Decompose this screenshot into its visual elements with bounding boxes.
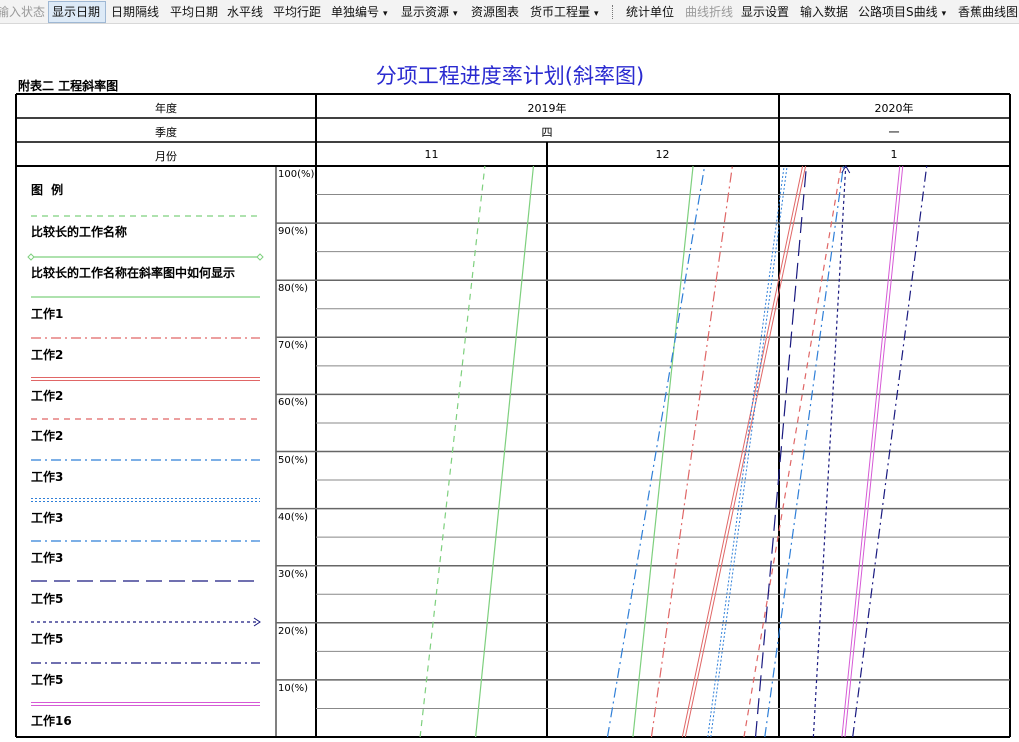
series-line-9 bbox=[754, 165, 808, 738]
percent-label: 60(%) bbox=[278, 397, 309, 409]
toolbar-item-11: 曲线折线 bbox=[682, 1, 736, 23]
legend-label-10: 工作5 bbox=[31, 632, 64, 646]
toolbar-item-1[interactable]: 显示日期 bbox=[48, 1, 106, 23]
legend-label-8: 工作3 bbox=[31, 551, 64, 565]
legend-label-0: 比较长的工作名称 bbox=[31, 225, 128, 239]
series-line-2 bbox=[632, 165, 694, 738]
toolbar-item-label: 输入状态 bbox=[0, 5, 46, 19]
toolbar-item-label: 资源图表 bbox=[471, 5, 520, 19]
legend-title: 图 例 bbox=[31, 183, 66, 197]
toolbar-item-13[interactable]: 输入数据 bbox=[797, 1, 853, 23]
chart-title: 分项工程进度率计划(斜率图) bbox=[375, 64, 645, 88]
percent-label: 20(%) bbox=[278, 625, 309, 637]
percent-label: 80(%) bbox=[278, 283, 309, 295]
toolbar-item-label: 水平线 bbox=[227, 5, 264, 19]
series-line-8 bbox=[764, 165, 845, 738]
toolbar-item-label: 香蕉曲线图 bbox=[958, 5, 1019, 19]
chevron-down-icon: ▾ bbox=[453, 9, 458, 19]
toolbar-item-label: 日期隔线 bbox=[111, 5, 160, 19]
chevron-down-icon: ▾ bbox=[383, 9, 388, 19]
percent-label: 90(%) bbox=[278, 226, 309, 238]
series-line-7-b bbox=[710, 165, 788, 738]
toolbar-item-label: 输入数据 bbox=[800, 5, 849, 19]
legend-label-7: 工作3 bbox=[31, 511, 64, 525]
toolbar-item-label: 显示资源 bbox=[401, 5, 450, 19]
toolbar-item-label: 公路项目S曲线 bbox=[858, 5, 938, 19]
toolbar-item-label: 平均行距 bbox=[273, 5, 322, 19]
table-caption: 附表二 工程斜率图 bbox=[18, 79, 119, 93]
series-line-12-b bbox=[844, 165, 904, 738]
toolbar-item-15[interactable]: 香蕉曲线图 bbox=[955, 1, 1019, 23]
toolbar-item-label: 曲线折线 bbox=[685, 5, 734, 19]
toolbar-item-label: 平均日期 bbox=[170, 5, 219, 19]
header-month-1: 1 bbox=[890, 148, 898, 161]
series-line-3 bbox=[650, 165, 733, 738]
header-month-label: 月份 bbox=[155, 150, 177, 163]
percent-label: 30(%) bbox=[278, 568, 309, 580]
chevron-down-icon: ▾ bbox=[941, 9, 947, 19]
toolbar-item-6[interactable]: 单独编号 ▾ bbox=[328, 1, 394, 23]
toolbar-item-3[interactable]: 平均日期 bbox=[167, 1, 221, 23]
toolbar-item-5[interactable]: 平均行距 bbox=[270, 1, 324, 23]
header-year-2019: 2019年 bbox=[527, 102, 567, 115]
percent-label: 70(%) bbox=[278, 340, 309, 352]
toolbar-item-14[interactable]: 公路项目S曲线 ▾ bbox=[855, 1, 951, 23]
header-year-label: 年度 bbox=[155, 102, 177, 115]
series-line-0 bbox=[419, 165, 486, 738]
percent-label: 40(%) bbox=[278, 511, 309, 523]
percent-label: 10(%) bbox=[278, 682, 309, 694]
toolbar-item-label: 单独编号 bbox=[331, 5, 380, 19]
legend-diamond bbox=[256, 253, 264, 261]
series-line-4 bbox=[681, 165, 804, 738]
toolbar-item-12[interactable]: 显示设置 bbox=[738, 1, 794, 23]
legend-diamond bbox=[27, 253, 35, 261]
legend-label-1: 比较长的工作名称在斜率图中如何显示 bbox=[31, 266, 236, 280]
series-line-1 bbox=[475, 165, 535, 738]
toolbar-item-10[interactable]: 统计单位 bbox=[623, 1, 679, 23]
toolbar-item-4[interactable]: 水平线 bbox=[224, 1, 266, 23]
header-month-11: 11 bbox=[424, 148, 439, 161]
header-month-12: 12 bbox=[655, 148, 670, 161]
legend-label-3: 工作2 bbox=[31, 348, 64, 362]
toolbar-item-label: 统计单位 bbox=[626, 5, 675, 19]
series-line-12 bbox=[841, 165, 901, 738]
legend-label-6: 工作3 bbox=[31, 470, 64, 484]
toolbar-item-0: 输入状态 bbox=[0, 1, 46, 23]
toolbar-item-9[interactable]: 货币工程量 ▾ bbox=[527, 1, 609, 23]
toolbar-item-2[interactable]: 日期隔线 bbox=[108, 1, 164, 23]
toolbar-item-8[interactable]: 资源图表 bbox=[468, 1, 522, 23]
series-line-4-b bbox=[684, 165, 807, 738]
percent-label: 100(%) bbox=[278, 169, 315, 180]
series-line-11 bbox=[852, 165, 928, 738]
legend-label-2: 工作1 bbox=[31, 307, 64, 321]
percent-label: 50(%) bbox=[278, 454, 309, 466]
toolbar-item-label: 货币工程量 bbox=[530, 5, 591, 19]
series-arrow-10 bbox=[841, 164, 851, 174]
toolbar-item-label: 显示日期 bbox=[52, 5, 101, 19]
toolbar: 输入状态 显示日期 日期隔线 平均日期 水平线 平均行距 单独编号 ▾ 显示资源 ▾ 资源图表 货币工… bbox=[0, 0, 1019, 24]
series-line-6 bbox=[606, 165, 706, 738]
legend-label-11: 工作5 bbox=[31, 673, 64, 687]
header-quarter-4: 四 bbox=[541, 126, 553, 139]
series-line-10 bbox=[812, 165, 847, 738]
toolbar-item-7[interactable]: 显示资源 ▾ bbox=[398, 1, 464, 23]
legend-label-5: 工作2 bbox=[31, 429, 64, 443]
header-quarter-label: 季度 bbox=[155, 126, 177, 139]
header-quarter-1: 一 bbox=[888, 126, 900, 139]
toolbar-item-label: 显示设置 bbox=[741, 5, 790, 19]
legend-arrow bbox=[253, 617, 261, 627]
legend-label-9: 工作5 bbox=[31, 592, 64, 606]
series-line-5 bbox=[743, 165, 842, 738]
toolbar-separator bbox=[612, 5, 614, 19]
legend-label-12: 工作16 bbox=[31, 714, 72, 728]
series-line-7 bbox=[707, 165, 785, 738]
chevron-down-icon: ▾ bbox=[594, 9, 599, 19]
legend-label-4: 工作2 bbox=[31, 389, 64, 403]
header-year-2020: 2020年 bbox=[874, 102, 914, 115]
